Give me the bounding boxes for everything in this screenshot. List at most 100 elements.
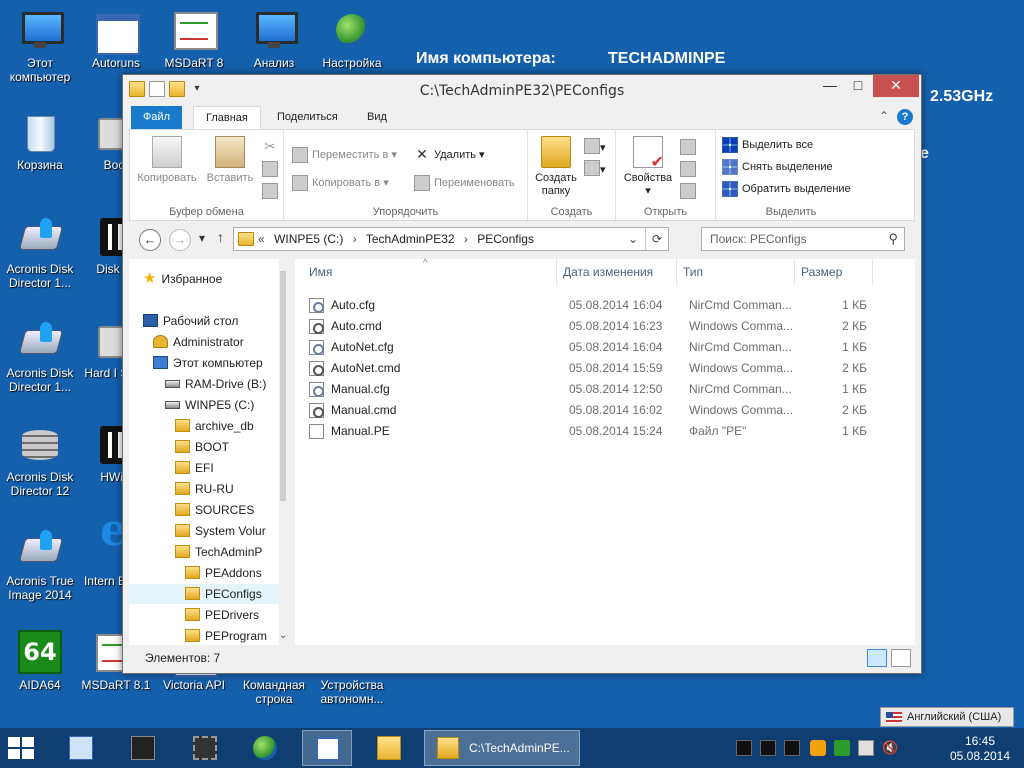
copy-button[interactable]: Копировать [136, 136, 198, 185]
tray-display-icon[interactable] [784, 740, 800, 756]
forward-button[interactable]: → [169, 229, 191, 251]
search-icon[interactable]: ⚲ [888, 228, 898, 250]
copy-path-button[interactable] [262, 160, 278, 178]
taskbar-clock[interactable]: 16:45 05.08.2014 [944, 734, 1016, 764]
table-row[interactable]: Manual.PE 05.08.2014 15:24 Файл "PE" 1 КБ [305, 421, 875, 442]
desktop-icon-msdart-icon[interactable]: MSDaRT 8 [154, 8, 234, 70]
desktop-icon-settings-globe-icon[interactable]: Настройка [312, 8, 392, 70]
table-row[interactable]: Manual.cmd 05.08.2014 16:02 Windows Comma.… [305, 400, 875, 421]
select-all-button[interactable]: Выделить все [722, 136, 813, 154]
desktop-icon-analysis-icon[interactable]: Анализ [234, 8, 314, 70]
column-type[interactable]: Тип [677, 259, 795, 285]
nav-tree-item[interactable]: PEConfigs [129, 584, 287, 604]
table-row[interactable]: Auto.cfg 05.08.2014 16:04 NirCmd Comman...… [305, 295, 875, 316]
nav-tree-item[interactable]: Administrator [153, 332, 244, 352]
tray-network-icon[interactable] [858, 740, 874, 756]
rename-button[interactable]: Переименовать [414, 174, 515, 192]
paste-button[interactable]: Вставить [202, 136, 258, 185]
select-none-button[interactable]: Снять выделение [722, 158, 833, 176]
tray-volume-muted-icon[interactable]: 🔇 [882, 740, 898, 756]
invert-selection-button[interactable]: Обратить выделение [722, 180, 851, 198]
start-button[interactable] [8, 737, 34, 759]
column-date[interactable]: Дата изменения [557, 259, 677, 285]
desktop-icon-recycle-bin-icon[interactable]: Корзина [0, 110, 80, 172]
copy-to-button[interactable]: Копировать в ▾ [292, 174, 389, 192]
nav-tree-item[interactable]: RAM-Drive (B:) [165, 374, 266, 394]
tab-file[interactable]: Файл [131, 106, 183, 129]
taskbar-console[interactable] [118, 730, 168, 766]
tab-home[interactable]: Главная [193, 106, 261, 129]
nav-tree-item[interactable]: RU-RU [175, 479, 234, 499]
nav-tree-item[interactable]: PEDrivers [185, 605, 259, 625]
address-overflow[interactable]: « [258, 232, 265, 246]
nav-tree-item[interactable]: PEProgram [185, 626, 267, 645]
title-bar[interactable]: ▾ C:\TechAdminPE32\PEConfigs — □ ✕ [123, 75, 921, 105]
table-row[interactable]: AutoNet.cmd 05.08.2014 15:59 Windows Comma… [305, 358, 875, 379]
properties-button[interactable]: Свойства▾ [620, 136, 676, 198]
recent-locations-button[interactable]: ▾ [199, 231, 205, 245]
table-row[interactable]: Manual.cfg 05.08.2014 12:50 NirCmd Comman.… [305, 379, 875, 400]
tray-safely-remove-icon[interactable] [834, 740, 850, 756]
breadcrumb-peconfigs[interactable]: PEConfigs [477, 232, 534, 246]
nav-tree-item[interactable]: BOOT [175, 437, 229, 457]
taskbar-chip[interactable] [180, 730, 230, 766]
desktop-icon-computer-icon[interactable]: Этот компьютер [0, 8, 80, 84]
desktop-icon-aida64-icon[interactable]: 64 AIDA64 [0, 630, 80, 692]
table-row[interactable]: AutoNet.cfg 05.08.2014 16:04 NirCmd Comman… [305, 337, 875, 358]
language-bar[interactable]: Английский (США) [880, 707, 1014, 727]
address-dropdown-icon[interactable]: ⌄ [628, 228, 638, 250]
breadcrumb-techadminpe32[interactable]: TechAdminPE32 [366, 232, 455, 246]
taskbar-system-info[interactable] [56, 730, 106, 766]
collapse-ribbon-icon[interactable]: ⌃ [879, 109, 889, 123]
nav-tree-item[interactable]: SOURCES [175, 500, 254, 520]
nav-tree-item[interactable]: Рабочий стол [143, 311, 238, 331]
table-row[interactable]: Auto.cmd 05.08.2014 16:23 Windows Comma...… [305, 316, 875, 337]
edit-button[interactable] [680, 160, 700, 178]
desktop-icon-acronis-true-image-icon[interactable]: Acronis True Image 2014 [0, 526, 80, 602]
column-name[interactable]: Имя ^ [295, 258, 557, 285]
desktop-icon-autoruns-icon[interactable]: Autoruns [76, 8, 156, 70]
back-button[interactable]: ← [139, 229, 161, 251]
desktop-icon-acronis-icon[interactable]: Acronis Disk Director 12 [0, 422, 80, 498]
nav-tree-item[interactable]: ★ Избранное [143, 269, 222, 289]
desktop-icon-acronis-icon[interactable]: Acronis Disk Director 1... [0, 214, 80, 290]
breadcrumb-separator[interactable]: › [464, 232, 468, 246]
scroll-down-icon[interactable]: ⌄ [279, 631, 287, 641]
refresh-icon[interactable]: ⟳ [644, 228, 662, 250]
history-button[interactable] [680, 182, 700, 200]
nav-scrollbar-thumb[interactable] [280, 271, 286, 501]
taskbar-app-window[interactable] [302, 730, 352, 766]
minimize-button[interactable]: — [815, 75, 845, 97]
desktop-icon-acronis-icon[interactable]: Acronis Disk Director 1... [0, 318, 80, 394]
open-button[interactable] [680, 138, 700, 156]
taskbar-explorer-window[interactable]: C:\TechAdminPE... [424, 730, 580, 766]
cut-button[interactable]: ✂ [262, 138, 278, 156]
column-size[interactable]: Размер [795, 259, 873, 285]
large-icons-view-button[interactable] [891, 649, 911, 667]
close-button[interactable]: ✕ [873, 75, 919, 97]
new-item-button[interactable]: ▾ [584, 138, 606, 156]
nav-tree-item[interactable]: PEAddons [185, 563, 262, 583]
tray-app-icon[interactable] [810, 740, 826, 756]
easy-access-button[interactable]: ▾ [584, 160, 606, 178]
nav-tree-item[interactable]: System Volur [175, 521, 266, 541]
taskbar-network[interactable] [240, 730, 290, 766]
tab-share[interactable]: Поделиться [265, 106, 350, 129]
nav-tree-item[interactable]: Этот компьютер [153, 353, 263, 373]
breadcrumb-drive[interactable]: WINPE5 (C:) [274, 232, 343, 246]
nav-tree-item[interactable]: EFI [175, 458, 214, 478]
delete-button[interactable]: ✕ Удалить ▾ [414, 146, 484, 164]
breadcrumb-separator[interactable]: › [353, 232, 357, 246]
nav-tree-item[interactable]: archive_db [175, 416, 254, 436]
address-bar[interactable]: « WINPE5 (C:) › TechAdminPE32 › PEConfig… [233, 227, 669, 251]
help-icon[interactable]: ? [897, 109, 913, 125]
new-folder-button[interactable]: Создать папку [532, 136, 580, 198]
up-button[interactable]: ↑ [217, 229, 224, 245]
nav-tree-item[interactable]: TechAdminP [175, 542, 262, 562]
nav-scrollbar[interactable]: ⌄ [279, 259, 287, 645]
search-input[interactable]: Поиск: PEConfigs ⚲ [701, 227, 905, 251]
taskbar-explorer[interactable] [364, 730, 414, 766]
move-to-button[interactable]: Переместить в ▾ [292, 146, 397, 164]
tab-view[interactable]: Вид [355, 106, 399, 129]
maximize-button[interactable]: □ [843, 75, 873, 97]
